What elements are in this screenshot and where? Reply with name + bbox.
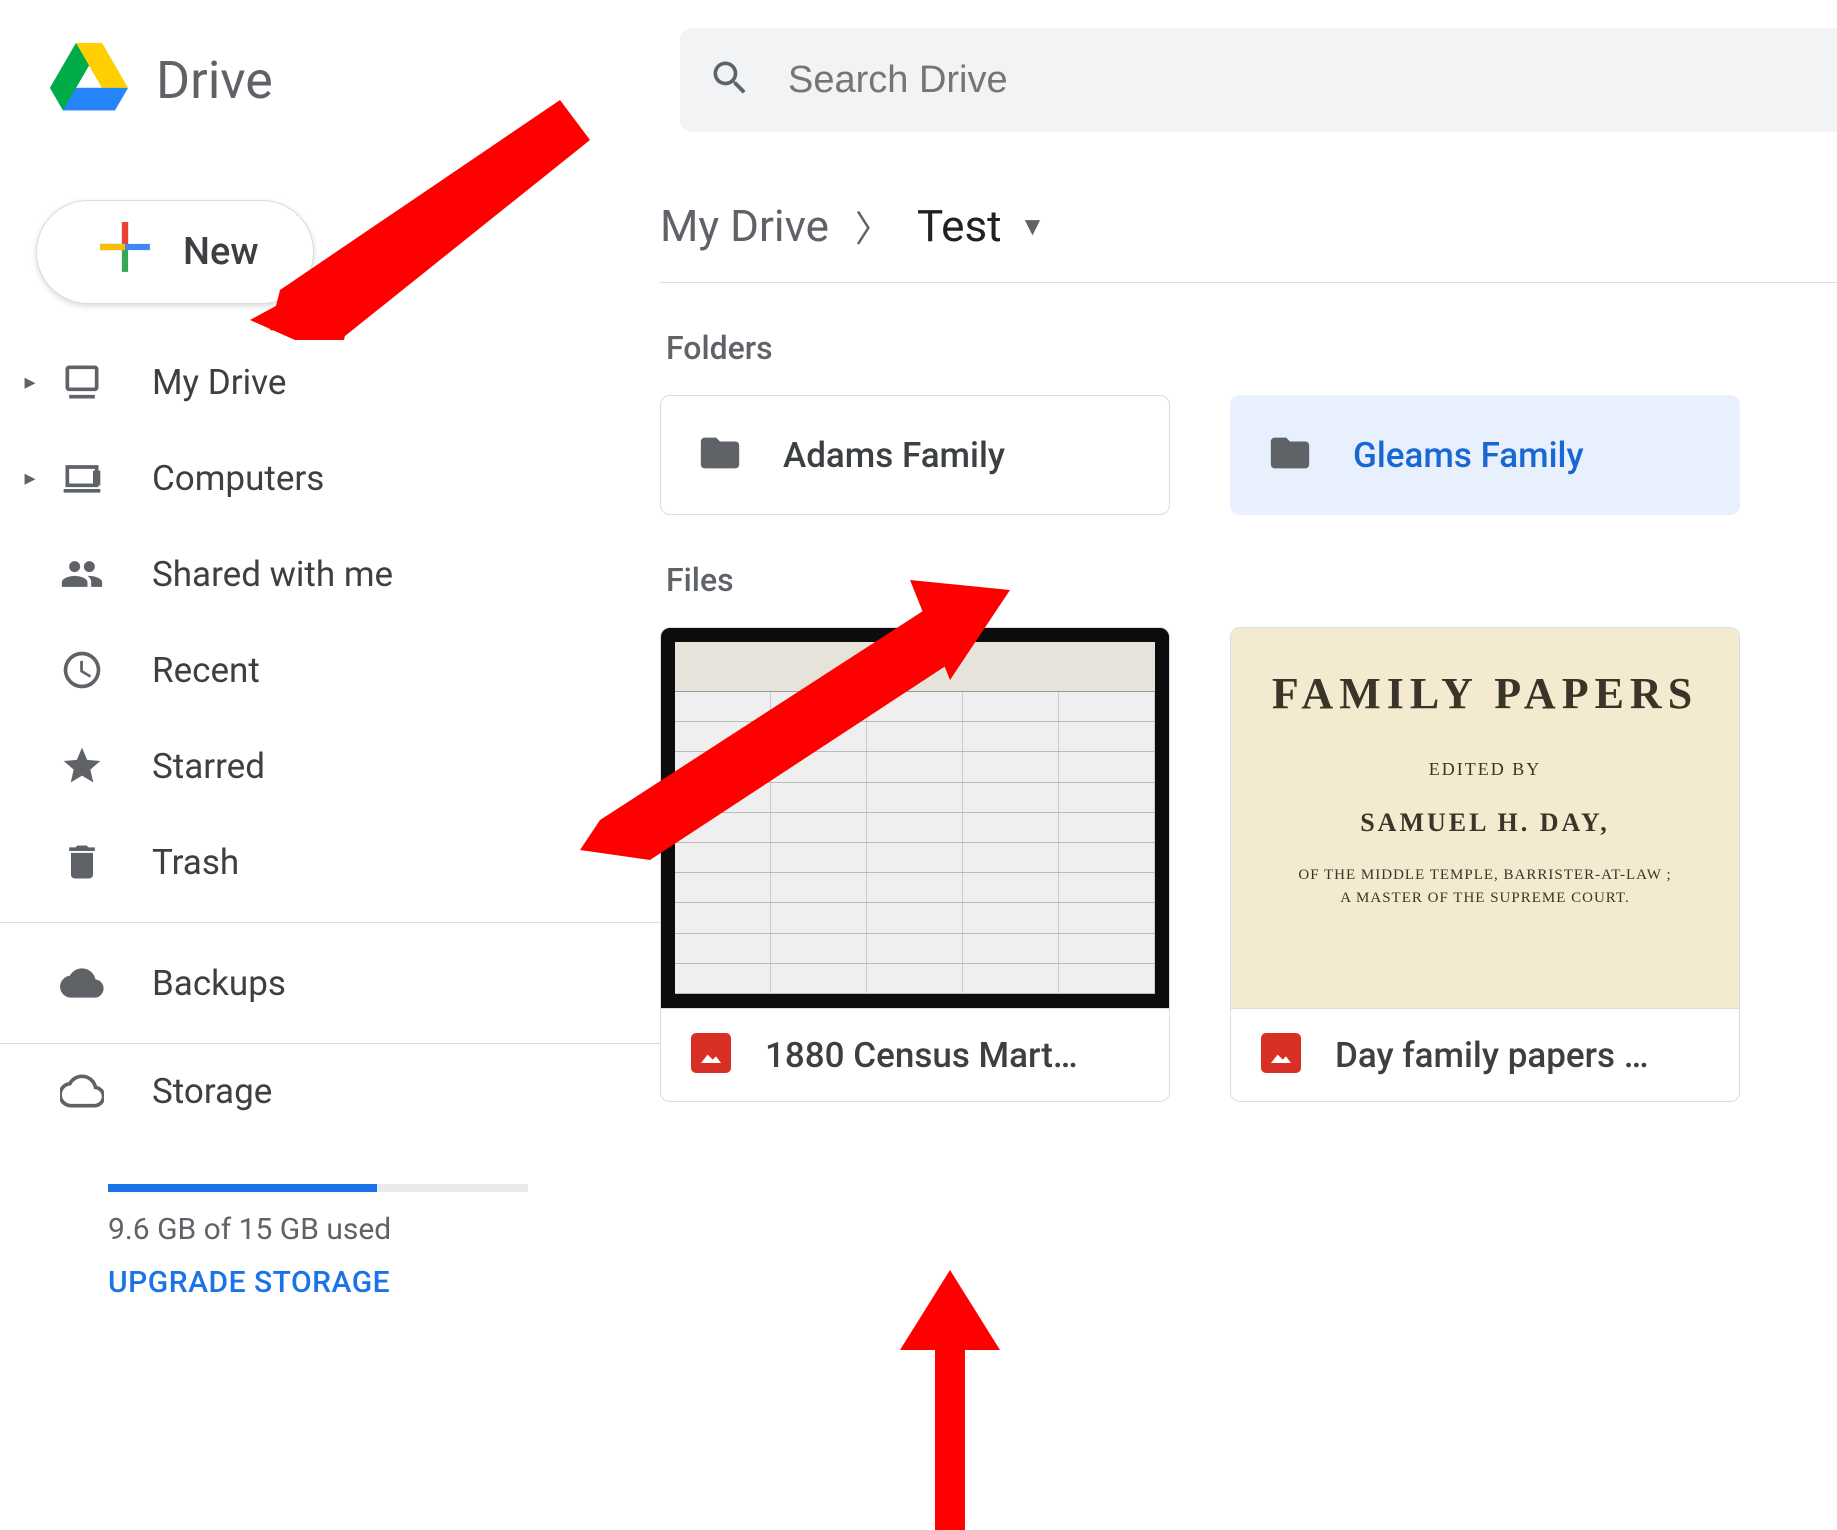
search-input[interactable]: [788, 59, 1809, 102]
file-thumbnail: [661, 628, 1169, 1008]
folder-card[interactable]: Gleams Family: [1230, 395, 1740, 515]
storage-bar-fill: [108, 1184, 377, 1192]
cloud-outline-icon: [60, 1069, 104, 1113]
sidebar: New ▸ My Drive ▸ Computers Shared with m…: [0, 160, 660, 1300]
folder-name: Gleams Family: [1353, 435, 1584, 476]
storage-bar: [108, 1184, 528, 1192]
sidebar-item-label: Starred: [152, 746, 265, 787]
sidebar-item-my-drive[interactable]: ▸ My Drive: [0, 334, 660, 430]
sidebar-item-starred[interactable]: Starred: [0, 718, 660, 814]
folder-card[interactable]: Adams Family: [660, 395, 1170, 515]
sidebar-item-label: Backups: [152, 963, 286, 1004]
divider: [0, 922, 660, 923]
sidebar-item-trash[interactable]: Trash: [0, 814, 660, 910]
image-icon: [691, 1033, 731, 1077]
app-title: Drive: [156, 50, 273, 111]
upgrade-storage-link[interactable]: UPGRADE STORAGE: [108, 1265, 660, 1300]
dropdown-icon[interactable]: ▼: [1020, 211, 1046, 242]
file-name: 1880 Census Mart…: [765, 1035, 1078, 1076]
sidebar-item-shared[interactable]: Shared with me: [0, 526, 660, 622]
drive-logo-icon: [50, 39, 128, 121]
annotation-arrow: [890, 1270, 1010, 1530]
sidebar-item-backups[interactable]: Backups: [0, 935, 660, 1031]
computers-icon: [60, 456, 104, 500]
thumb-author: SAMUEL H. DAY,: [1257, 808, 1713, 838]
star-icon: [60, 744, 104, 788]
chevron-right-icon: 〉: [855, 200, 891, 252]
sidebar-item-label: My Drive: [152, 362, 286, 403]
folder-icon: [1267, 430, 1313, 480]
logo-area: Drive: [0, 39, 680, 121]
chevron-right-icon: ▸: [18, 370, 42, 395]
file-name: Day family papers …: [1335, 1035, 1649, 1076]
main-content: My Drive 〉 Test ▼ Folders Adams Family G…: [660, 160, 1837, 1300]
sidebar-item-recent[interactable]: Recent: [0, 622, 660, 718]
thumb-edited-by: EDITED BY: [1257, 759, 1713, 780]
sidebar-item-label: Recent: [152, 650, 260, 691]
divider: [0, 1043, 660, 1044]
drive-icon: [60, 360, 104, 404]
sidebar-item-label: Shared with me: [152, 554, 393, 595]
sidebar-item-computers[interactable]: ▸ Computers: [0, 430, 660, 526]
folders-section-label: Folders: [666, 329, 1837, 367]
file-thumbnail: FAMILY PAPERS EDITED BY SAMUEL H. DAY, O…: [1231, 628, 1739, 1008]
breadcrumb: My Drive 〉 Test ▼: [660, 160, 1837, 283]
cloud-icon: [60, 961, 104, 1005]
file-card[interactable]: 1880 Census Mart…: [660, 627, 1170, 1102]
plus-icon: [97, 219, 153, 285]
image-icon: [1261, 1033, 1301, 1077]
new-button[interactable]: New: [36, 200, 314, 304]
clock-icon: [60, 648, 104, 692]
new-button-label: New: [183, 230, 259, 274]
sidebar-item-label: Computers: [152, 458, 324, 499]
search-icon: [708, 56, 752, 104]
folder-name: Adams Family: [783, 435, 1005, 476]
chevron-right-icon: ▸: [18, 466, 42, 491]
search-bar[interactable]: [680, 28, 1837, 132]
breadcrumb-current[interactable]: Test: [917, 200, 1002, 252]
breadcrumb-root[interactable]: My Drive: [660, 200, 829, 252]
file-card[interactable]: FAMILY PAPERS EDITED BY SAMUEL H. DAY, O…: [1230, 627, 1740, 1102]
storage-label: Storage: [152, 1071, 272, 1112]
files-section-label: Files: [666, 561, 1837, 599]
thumb-title: FAMILY PAPERS: [1257, 668, 1713, 719]
storage-usage: 9.6 GB of 15 GB used: [108, 1212, 660, 1247]
thumb-sub2: A MASTER OF THE SUPREME COURT.: [1257, 887, 1713, 910]
thumb-sub1: OF THE MIDDLE TEMPLE, BARRISTER-AT-LAW ;: [1257, 864, 1713, 887]
people-icon: [60, 552, 104, 596]
trash-icon: [60, 840, 104, 884]
sidebar-item-storage[interactable]: Storage: [0, 1056, 660, 1126]
sidebar-item-label: Trash: [152, 842, 239, 883]
folder-icon: [697, 430, 743, 480]
